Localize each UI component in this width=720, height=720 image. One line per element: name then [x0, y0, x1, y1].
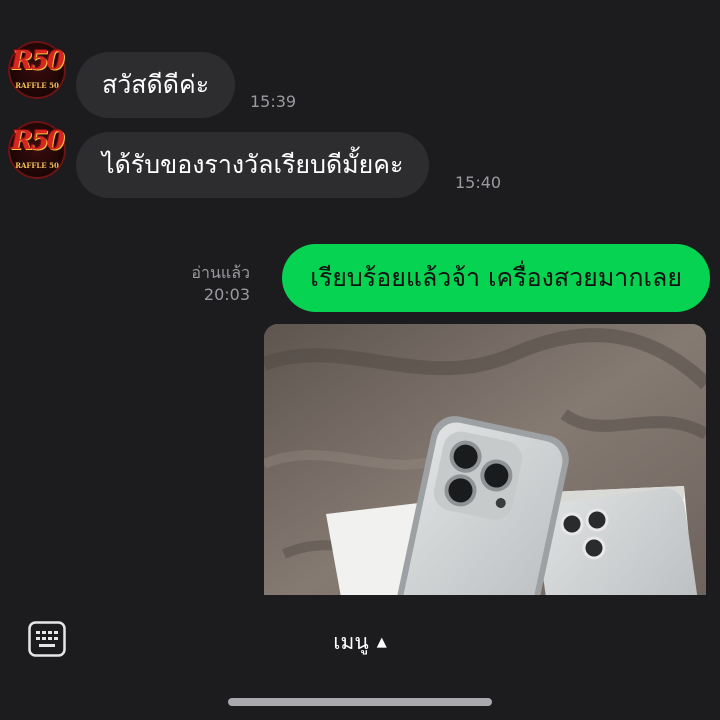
outgoing-message-bubble[interactable]: เรียบร้อยแล้วจ้า เครื่องสวยมากเลย: [282, 244, 710, 312]
caret-up-icon: ▲: [376, 635, 387, 650]
message-text: ได้รับของรางวัลเรียบดีมั้ยคะ: [102, 150, 404, 179]
message-timestamp: 15:40: [455, 173, 502, 192]
message-timestamp: 20:03: [203, 285, 250, 304]
incoming-message-bubble[interactable]: สวัสดีดีค่ะ: [76, 52, 236, 118]
photo-message[interactable]: [264, 324, 706, 595]
read-receipt: อ่านแล้ว: [191, 263, 250, 282]
avatar-logo-subtext: RAFFLE 50: [15, 161, 59, 170]
message-timestamp: 15:39: [250, 92, 297, 111]
photo-image: [264, 324, 706, 595]
avatar-logo-text: R50: [11, 46, 65, 76]
contact-avatar[interactable]: R50 RAFFLE 50: [8, 121, 66, 179]
contact-avatar[interactable]: R50 RAFFLE 50: [8, 41, 66, 99]
menu-button[interactable]: เมนู ▲: [0, 626, 720, 659]
home-indicator[interactable]: [228, 698, 492, 706]
incoming-message-bubble[interactable]: ได้รับของรางวัลเรียบดีมั้ยคะ: [76, 132, 430, 198]
avatar-logo-subtext: RAFFLE 50: [15, 81, 59, 90]
message-text: เรียบร้อยแล้วจ้า เครื่องสวยมากเลย: [310, 263, 682, 292]
avatar-logo-text: R50: [11, 126, 65, 156]
message-meta: อ่านแล้ว 20:03: [191, 262, 250, 306]
chat-area[interactable]: R50 RAFFLE 50 สวัสดีดีค่ะ 15:39 R50 RAFF…: [0, 0, 720, 595]
message-text: สวัสดีดีค่ะ: [102, 70, 210, 99]
menu-label: เมนู: [333, 630, 369, 654]
